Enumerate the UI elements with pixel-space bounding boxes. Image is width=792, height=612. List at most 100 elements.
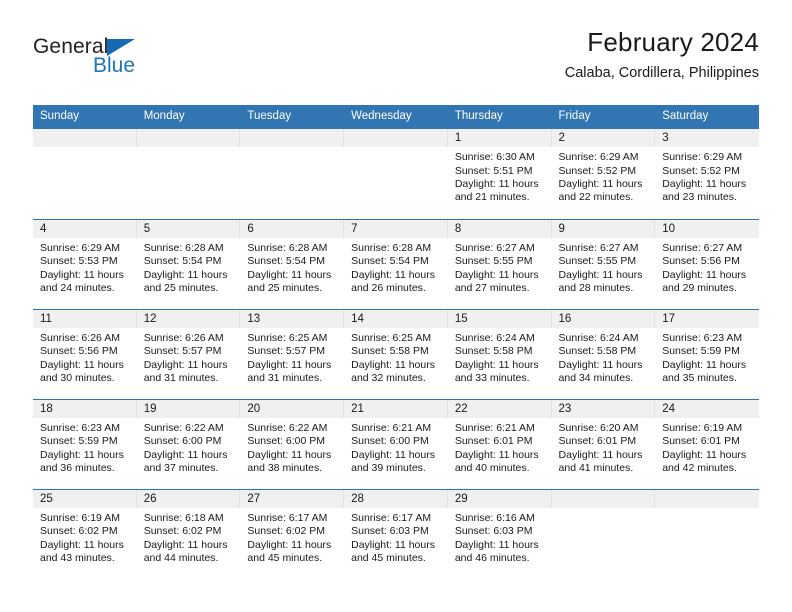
calendar-day-cell[interactable]: 16 Sunrise: 6:24 AM Sunset: 5:58 PM Dayligh…	[551, 308, 656, 400]
sunset-time: Sunset: 5:57 PM	[143, 345, 222, 358]
calendar-day-cell[interactable]: 27 Sunrise: 6:17 AM Sunset: 6:02 PM Dayligh…	[240, 488, 345, 580]
daylight-duration-line2: and 34 minutes.	[558, 371, 634, 384]
day-number: 27	[240, 489, 345, 508]
day-number: 25	[33, 489, 137, 508]
day-cell-inner: 28 Sunrise: 6:17 AM Sunset: 6:03 PM Dayligh…	[344, 489, 448, 578]
day-cell-inner	[551, 489, 656, 578]
calendar-week-row: 18 Sunrise: 6:23 AM Sunset: 5:59 PM Dayligh…	[33, 398, 759, 490]
day-details: Sunrise: 6:24 AM Sunset: 5:58 PM Daylight:…	[448, 328, 552, 386]
calendar-day-cell[interactable]: 1 Sunrise: 6:30 AM Sunset: 5:51 PM Daylight…	[447, 129, 552, 220]
sunset-time: Sunset: 5:58 PM	[351, 345, 429, 358]
calendar-day-cell[interactable]: 17 Sunrise: 6:23 AM Sunset: 5:59 PM Dayligh…	[655, 308, 759, 400]
day-number: 13	[240, 309, 345, 328]
weekday-header-thursday: Thursday	[447, 105, 552, 130]
calendar-header-row: Sunday Monday Tuesday Wednesday Thursday Frid…	[33, 105, 759, 130]
sunset-time: Sunset: 5:58 PM	[454, 345, 533, 358]
calendar-empty-cell	[344, 129, 448, 220]
calendar-day-cell[interactable]: 3 Sunrise: 6:29 AM Sunset: 5:52 PM Daylight…	[655, 129, 759, 220]
calendar-day-cell[interactable]: 28 Sunrise: 6:17 AM Sunset: 6:03 PM Dayligh…	[344, 488, 448, 580]
daylight-duration-line1: Daylight: 11 hours	[143, 268, 228, 281]
day-cell-inner: 5 Sunrise: 6:28 AM Sunset: 5:54 PM Daylight…	[136, 219, 241, 308]
day-details: Sunrise: 6:18 AM Sunset: 6:02 PM Daylight:…	[137, 508, 241, 566]
calendar-day-cell[interactable]: 24 Sunrise: 6:19 AM Sunset: 6:01 PM Dayligh…	[655, 398, 759, 490]
day-details: Sunrise: 6:16 AM Sunset: 6:03 PM Daylight:…	[448, 508, 552, 566]
sunrise-time: Sunrise: 6:27 AM	[558, 241, 639, 254]
daylight-duration-line1: Daylight: 11 hours	[247, 268, 332, 281]
sunrise-time: Sunrise: 6:28 AM	[143, 241, 224, 254]
day-cell-inner	[240, 129, 345, 217]
calendar-day-cell[interactable]: 19 Sunrise: 6:22 AM Sunset: 6:00 PM Dayligh…	[136, 398, 241, 490]
sunset-time: Sunset: 6:01 PM	[662, 435, 740, 448]
day-cell-inner: 6 Sunrise: 6:28 AM Sunset: 5:54 PM Daylight…	[240, 219, 345, 308]
calendar-day-cell[interactable]: 2 Sunrise: 6:29 AM Sunset: 5:52 PM Daylight…	[551, 129, 656, 220]
calendar-day-cell[interactable]: 29 Sunrise: 6:16 AM Sunset: 6:03 PM Dayligh…	[447, 488, 552, 580]
day-number: 11	[33, 309, 137, 328]
sunset-time: Sunset: 6:02 PM	[143, 525, 222, 538]
sunset-time: Sunset: 5:56 PM	[662, 255, 740, 268]
calendar-day-cell[interactable]: 11 Sunrise: 6:26 AM Sunset: 5:56 PM Dayligh…	[33, 308, 137, 400]
sunset-time: Sunset: 5:54 PM	[143, 255, 222, 268]
daylight-duration-line2: and 23 minutes.	[662, 191, 737, 204]
calendar-day-cell[interactable]: 25 Sunrise: 6:19 AM Sunset: 6:02 PM Dayligh…	[33, 488, 137, 580]
general-blue-logo[interactable]: General Blue	[33, 36, 233, 88]
sunset-time: Sunset: 5:59 PM	[662, 345, 740, 358]
daylight-duration-line2: and 45 minutes.	[351, 551, 426, 564]
day-cell-inner: 11 Sunrise: 6:26 AM Sunset: 5:56 PM Dayligh…	[33, 309, 137, 398]
day-details: Sunrise: 6:19 AM Sunset: 6:01 PM Daylight:…	[655, 418, 759, 476]
location-subtitle: Calaba, Cordillera, Philippines	[564, 65, 759, 82]
sunset-time: Sunset: 5:53 PM	[40, 255, 118, 268]
sunset-time: Sunset: 5:55 PM	[454, 255, 533, 268]
sunrise-time: Sunrise: 6:28 AM	[247, 241, 328, 254]
calendar-day-cell[interactable]: 8 Sunrise: 6:27 AM Sunset: 5:55 PM Daylight…	[447, 218, 552, 310]
calendar-day-cell[interactable]: 23 Sunrise: 6:20 AM Sunset: 6:01 PM Dayligh…	[551, 398, 656, 490]
page-title: February 2024	[587, 27, 759, 57]
sunset-time: Sunset: 5:54 PM	[351, 255, 429, 268]
daylight-duration-line1: Daylight: 11 hours	[454, 358, 539, 371]
daylight-duration-line2: and 22 minutes.	[558, 191, 634, 204]
daylight-duration-line1: Daylight: 11 hours	[351, 538, 435, 551]
calendar-day-cell[interactable]: 4 Sunrise: 6:29 AM Sunset: 5:53 PM Daylight…	[33, 218, 137, 310]
calendar-day-cell[interactable]: 6 Sunrise: 6:28 AM Sunset: 5:54 PM Daylight…	[240, 218, 345, 310]
day-cell-inner: 14 Sunrise: 6:25 AM Sunset: 5:58 PM Dayligh…	[344, 309, 448, 398]
day-details: Sunrise: 6:24 AM Sunset: 5:58 PM Daylight:…	[552, 328, 656, 386]
calendar-day-cell[interactable]: 26 Sunrise: 6:18 AM Sunset: 6:02 PM Dayligh…	[136, 488, 241, 580]
weekday-header-wednesday: Wednesday	[344, 105, 448, 130]
calendar-day-cell[interactable]: 5 Sunrise: 6:28 AM Sunset: 5:54 PM Daylight…	[136, 218, 241, 310]
sunrise-time: Sunrise: 6:20 AM	[558, 421, 639, 434]
calendar-day-cell[interactable]: 21 Sunrise: 6:21 AM Sunset: 6:00 PM Dayligh…	[344, 398, 448, 490]
day-number: 2	[551, 129, 656, 148]
daylight-duration-line1: Daylight: 11 hours	[558, 448, 643, 461]
day-cell-inner: 17 Sunrise: 6:23 AM Sunset: 5:59 PM Dayligh…	[655, 309, 759, 398]
day-cell-inner: 3 Sunrise: 6:29 AM Sunset: 5:52 PM Daylight…	[655, 129, 759, 217]
calendar-day-cell[interactable]: 18 Sunrise: 6:23 AM Sunset: 5:59 PM Dayligh…	[33, 398, 137, 490]
calendar-page: General Blue February 2024 Calaba, Cordi…	[0, 0, 792, 612]
sunset-time: Sunset: 5:59 PM	[40, 435, 118, 448]
calendar-day-cell[interactable]: 10 Sunrise: 6:27 AM Sunset: 5:56 PM Dayligh…	[655, 218, 759, 310]
calendar-day-cell[interactable]: 22 Sunrise: 6:21 AM Sunset: 6:01 PM Dayligh…	[447, 398, 552, 490]
day-details: Sunrise: 6:26 AM Sunset: 5:57 PM Daylight:…	[137, 328, 241, 386]
calendar-day-cell[interactable]: 7 Sunrise: 6:28 AM Sunset: 5:54 PM Daylight…	[344, 218, 448, 310]
sunrise-time: Sunrise: 6:29 AM	[558, 151, 639, 164]
day-details: Sunrise: 6:26 AM Sunset: 5:56 PM Daylight:…	[33, 328, 137, 386]
weekday-header-row: Sunday Monday Tuesday Wednesday Thursday Frid…	[33, 105, 759, 130]
calendar-day-cell[interactable]: 12 Sunrise: 6:26 AM Sunset: 5:57 PM Dayligh…	[136, 308, 241, 400]
calendar-day-cell[interactable]: 15 Sunrise: 6:24 AM Sunset: 5:58 PM Dayligh…	[447, 308, 552, 400]
day-number	[551, 489, 656, 508]
calendar-day-cell[interactable]: 9 Sunrise: 6:27 AM Sunset: 5:55 PM Daylight…	[551, 218, 656, 310]
day-details: Sunrise: 6:30 AM Sunset: 5:51 PM Daylight:…	[448, 147, 552, 205]
calendar-body: 1 Sunrise: 6:30 AM Sunset: 5:51 PM Daylight…	[33, 129, 759, 580]
daylight-duration-line1: Daylight: 11 hours	[143, 358, 228, 371]
day-cell-inner: 1 Sunrise: 6:30 AM Sunset: 5:51 PM Daylight…	[447, 129, 552, 217]
sunset-time: Sunset: 6:03 PM	[351, 525, 429, 538]
daylight-duration-line2: and 38 minutes.	[247, 461, 323, 474]
day-cell-inner: 15 Sunrise: 6:24 AM Sunset: 5:58 PM Dayligh…	[447, 309, 552, 398]
calendar-day-cell[interactable]: 20 Sunrise: 6:22 AM Sunset: 6:00 PM Dayligh…	[240, 398, 345, 490]
calendar-day-cell[interactable]: 14 Sunrise: 6:25 AM Sunset: 5:58 PM Dayligh…	[344, 308, 448, 400]
sunrise-time: Sunrise: 6:28 AM	[351, 241, 432, 254]
daylight-duration-line2: and 46 minutes.	[454, 551, 530, 564]
day-details: Sunrise: 6:17 AM Sunset: 6:02 PM Daylight:…	[240, 508, 344, 566]
daylight-duration-line2: and 36 minutes.	[40, 461, 115, 474]
day-cell-inner: 2 Sunrise: 6:29 AM Sunset: 5:52 PM Daylight…	[551, 129, 656, 217]
calendar-day-cell[interactable]: 13 Sunrise: 6:25 AM Sunset: 5:57 PM Dayligh…	[240, 308, 345, 400]
sunset-time: Sunset: 5:55 PM	[558, 255, 637, 268]
